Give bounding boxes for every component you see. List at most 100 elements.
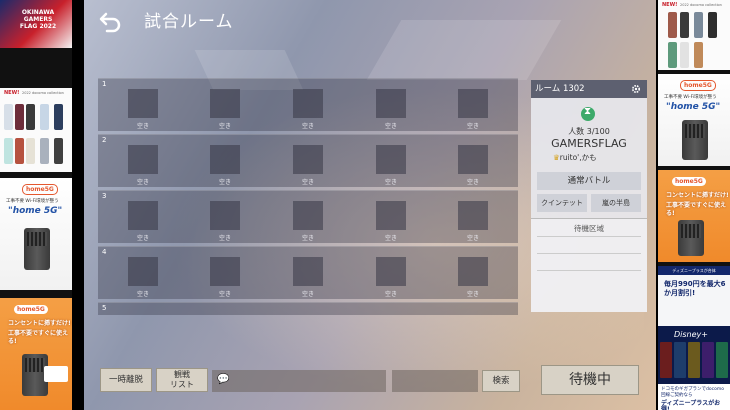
phone-image [54, 104, 63, 130]
slot-label: 空き [384, 123, 397, 130]
back-arrow-icon [99, 12, 121, 33]
phone-image [4, 138, 13, 164]
standby-button[interactable]: 待機中 [541, 365, 639, 395]
ad-text: OKINAWA GAMERS FLAG 2022 [19, 9, 57, 30]
slot-box [128, 201, 158, 230]
room-header: ルーム 1302 [531, 80, 647, 98]
room-number: ルーム 1302 [535, 84, 585, 94]
ad-price: 毎月990円を最大6か月割引! [664, 280, 726, 297]
disney-plus-ad[interactable]: ディズニープラスが合体 毎月990円を最大6か月割引! Disney+ ドコモの… [658, 266, 730, 410]
slot-box [293, 257, 323, 286]
divider [537, 270, 641, 271]
gear-icon[interactable] [631, 84, 641, 94]
ad-line: 工事不要ですぐに使える! [8, 330, 69, 345]
slot-label: 空き [466, 291, 479, 298]
phone-image [54, 138, 63, 164]
team-row: 3 空き 空き 空き 空き 空き [98, 190, 518, 243]
chat-input[interactable]: 💬 [212, 370, 386, 392]
row-number: 5 [102, 304, 107, 312]
slot-box [376, 201, 406, 230]
player-slot[interactable]: 空き [210, 89, 240, 131]
room-host: ♛ruito',かも [553, 152, 597, 163]
player-slot[interactable]: 空き [376, 201, 406, 243]
crown-icon: ♛ [553, 153, 560, 162]
player-slot[interactable]: 空き [210, 201, 240, 243]
team-row: 2 空き 空き 空き 空き 空き [98, 134, 518, 187]
row-number: 4 [102, 248, 107, 256]
home5g-ad[interactable]: home5G 工事不要 Wi-Fi環境が整う "home 5G" [0, 178, 72, 290]
player-slot[interactable]: 空き [458, 89, 488, 131]
ad-headline: "home 5G" [8, 206, 63, 216]
phone-image [680, 42, 689, 68]
home5g-outlet-ad[interactable]: home5G コンセントに挿すだけ! 工事不要ですぐに使える! [0, 298, 72, 410]
slot-box [210, 89, 240, 118]
phone-image [26, 138, 35, 164]
player-slot[interactable]: 空き [293, 89, 323, 131]
host-name: ruito',かも [559, 153, 597, 162]
slot-label: 空き [301, 291, 314, 298]
slot-box [376, 89, 406, 118]
router-image [24, 228, 50, 270]
divider [537, 253, 641, 254]
phone-image [15, 104, 24, 130]
home5g-logo: home5G [672, 177, 706, 186]
player-slot[interactable]: 空き [458, 201, 488, 243]
player-slot[interactable]: 空き [293, 145, 323, 187]
player-slot[interactable]: 空き [376, 257, 406, 299]
phone-image [708, 12, 717, 38]
slot-box [458, 257, 488, 286]
spectate-list-button[interactable]: 観戦 リスト [156, 368, 208, 392]
slot-box [458, 89, 488, 118]
ad-header: ディズニープラスが合体 [658, 266, 730, 275]
player-slot[interactable]: 空き [376, 89, 406, 131]
ad-badge: NEW! [662, 2, 678, 8]
slot-label: 空き [384, 291, 397, 298]
slot-box [210, 201, 240, 230]
poster-image [660, 342, 672, 378]
game-screen: 試合ルーム 1 空き 空き 空き 空き 空き 2 空き 空き 空き 空き 空き … [84, 0, 656, 410]
player-slot[interactable]: 空き [128, 257, 158, 299]
player-slot[interactable]: 空き [128, 145, 158, 187]
home5g-ad[interactable]: home5G 工事不要 Wi-Fi環境が整う "home 5G" [658, 74, 730, 166]
left-ad-column: OKINAWA GAMERS FLAG 2022 NEW! 2022 docom… [0, 0, 72, 410]
player-slot[interactable]: 空き [128, 201, 158, 243]
player-slot[interactable]: 空き [458, 257, 488, 299]
player-slot[interactable]: 空き [458, 145, 488, 187]
slot-label: 空き [136, 179, 149, 186]
slot-box [458, 201, 488, 230]
slot-label: 空き [218, 179, 231, 186]
player-slot[interactable]: 空き [128, 89, 158, 131]
back-button[interactable] [98, 8, 124, 34]
player-slot[interactable]: 空き [210, 145, 240, 187]
home5g-outlet-ad[interactable]: home5G コンセントに挿すだけ! 工事不要ですぐに使える! [658, 170, 730, 262]
slot-box [293, 145, 323, 174]
docomo-phones-ad[interactable]: NEW! 2022 docomo collection [0, 88, 72, 172]
home5g-logo: home5G [680, 80, 716, 91]
phone-image [668, 12, 677, 38]
slot-label: 空き [301, 235, 314, 242]
search-button[interactable]: 検索 [482, 370, 520, 392]
leave-label: 一時離脱 [108, 375, 143, 385]
player-slot[interactable]: 空き [376, 145, 406, 187]
player-slot[interactable]: 空き [293, 257, 323, 299]
docomo-phones-ad[interactable]: NEW! 2022 docomo collection [658, 0, 730, 70]
leave-button[interactable]: 一時離脱 [100, 368, 152, 392]
ad-footer-line: ドコモのギガプランでdocomo回線ご契約なら [661, 387, 724, 398]
ad-footer-bold: ディズニープラスがお得! [661, 400, 721, 410]
slot-box [210, 145, 240, 174]
phone-image [694, 12, 703, 38]
slot-label: 空き [301, 123, 314, 130]
row-number: 3 [102, 192, 107, 200]
search-input[interactable] [392, 370, 478, 392]
slot-label: 空き [466, 179, 479, 186]
player-slot[interactable]: 空き [210, 257, 240, 299]
divider [537, 236, 641, 237]
chat-bubble-icon: 💬 [217, 374, 230, 385]
okinawa-gamers-flag-ad[interactable]: OKINAWA GAMERS FLAG 2022 [0, 0, 72, 48]
spectate-label: リスト [170, 380, 194, 389]
ad-headline: "home 5G" [666, 102, 721, 112]
spectate-label: 観戦 [174, 370, 190, 379]
slot-label: 空き [218, 123, 231, 130]
player-slot[interactable]: 空き [293, 201, 323, 243]
slot-label: 空き [136, 235, 149, 242]
